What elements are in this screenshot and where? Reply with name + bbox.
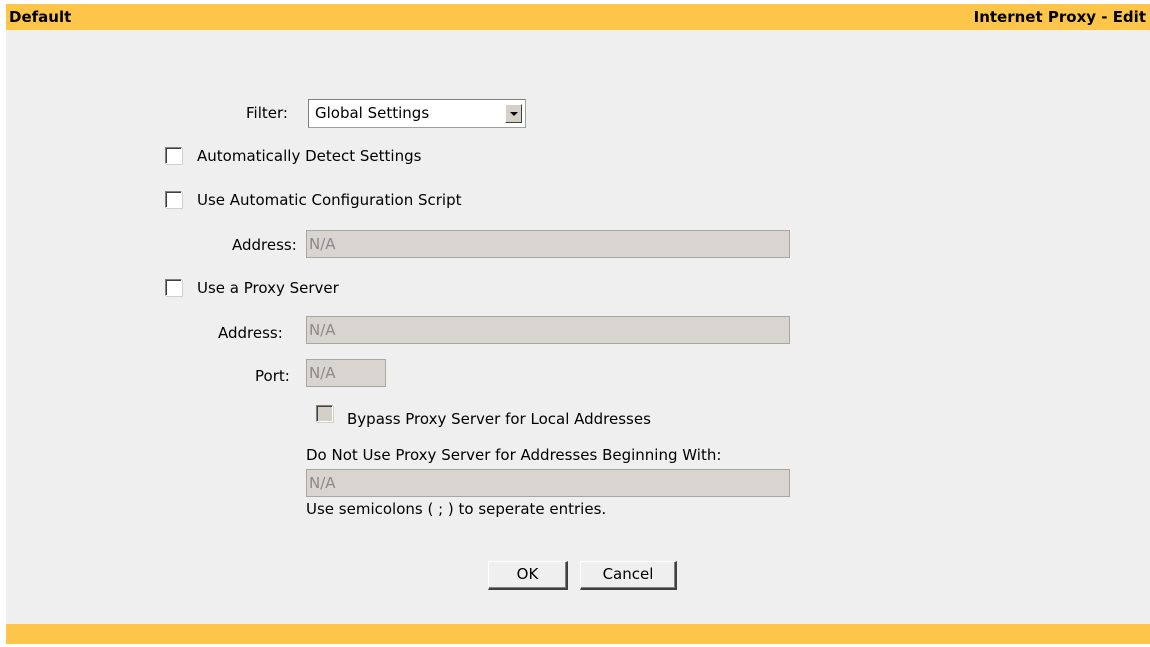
- section-title: Default: [9, 8, 72, 26]
- auto-config-address-field[interactable]: N/A: [306, 230, 790, 258]
- proxy-server-label: Use a Proxy Server: [197, 279, 339, 297]
- proxy-address-label: Address:: [218, 324, 283, 342]
- ok-button[interactable]: OK: [488, 561, 568, 590]
- chevron-down-icon[interactable]: [505, 104, 522, 123]
- proxy-port-field[interactable]: N/A: [306, 359, 386, 387]
- auto-detect-checkbox[interactable]: [165, 147, 182, 164]
- exceptions-label: Do Not Use Proxy Server for Addresses Be…: [306, 446, 722, 464]
- exceptions-hint: Use semicolons ( ; ) to seperate entries…: [306, 500, 607, 518]
- auto-detect-label: Automatically Detect Settings: [197, 147, 422, 165]
- page-title: Internet Proxy - Edit: [973, 8, 1146, 26]
- auto-config-checkbox[interactable]: [165, 191, 182, 208]
- exceptions-field[interactable]: N/A: [306, 469, 790, 497]
- auto-config-label: Use Automatic Configuration Script: [197, 191, 462, 209]
- dialog-frame: Default Internet Proxy - Edit Filter: Gl…: [6, 4, 1150, 644]
- footer-bar: [6, 624, 1150, 644]
- filter-label: Filter:: [246, 104, 288, 122]
- auto-config-address-label: Address:: [232, 236, 297, 254]
- proxy-port-label: Port:: [255, 367, 290, 385]
- filter-selected-value: Global Settings: [315, 104, 430, 122]
- proxy-server-checkbox[interactable]: [165, 279, 182, 296]
- filter-select[interactable]: Global Settings: [308, 99, 526, 128]
- proxy-address-field[interactable]: N/A: [306, 316, 790, 344]
- bypass-local-label: Bypass Proxy Server for Local Addresses: [347, 410, 651, 428]
- bypass-local-checkbox[interactable]: [316, 405, 333, 422]
- header-bar: Default Internet Proxy - Edit: [6, 4, 1150, 30]
- cancel-button[interactable]: Cancel: [580, 561, 677, 590]
